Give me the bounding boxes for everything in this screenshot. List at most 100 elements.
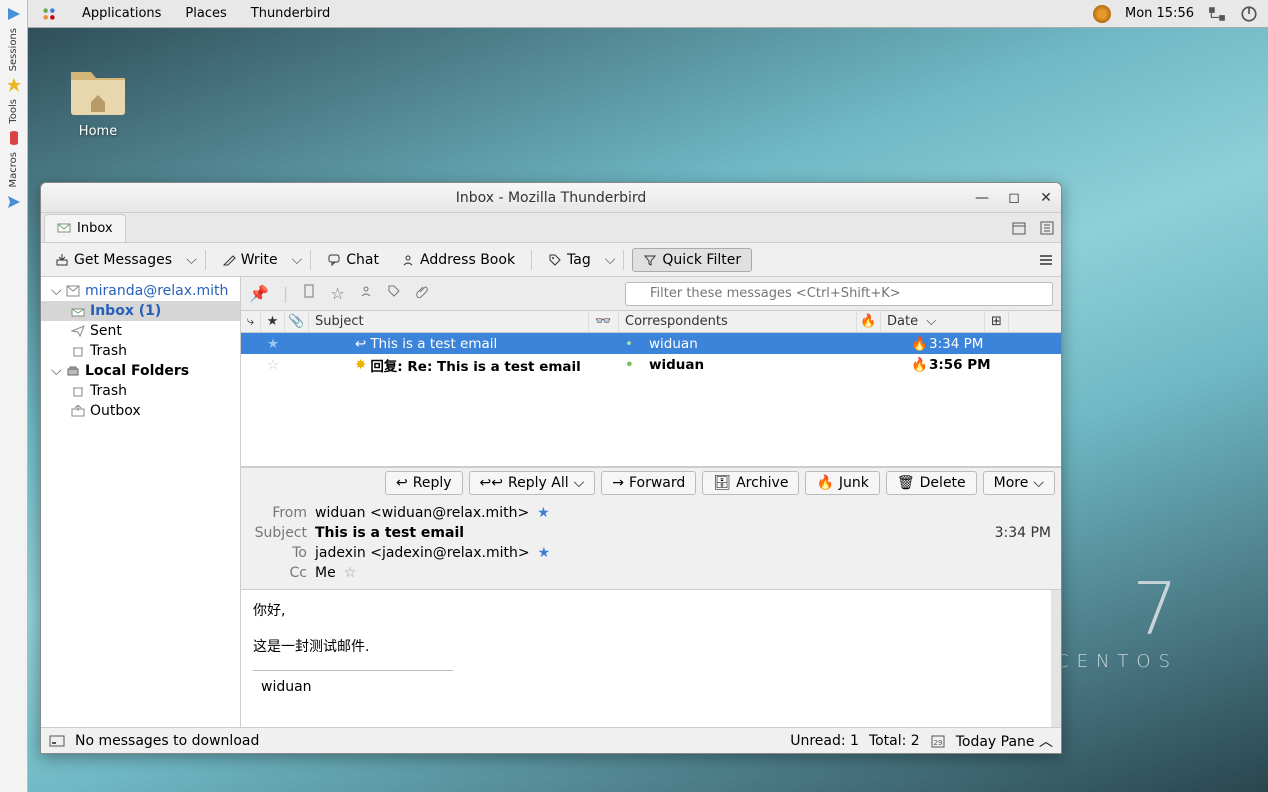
activity-icon[interactable] (49, 734, 65, 748)
filter-star-icon[interactable]: ☆ (330, 284, 344, 303)
message-row[interactable]: ★ ↩This is a test email • widuan 🔥 3:34 … (241, 333, 1061, 354)
titlebar[interactable]: Inbox - Mozilla Thunderbird — ◻ ✕ (41, 183, 1061, 213)
body-line: 你好, (253, 600, 1039, 620)
menu-thunderbird[interactable]: Thunderbird (251, 6, 331, 21)
write-dropdown[interactable]: ⌵ (292, 252, 303, 268)
address-book-button[interactable]: Address Book (393, 249, 523, 271)
folder-inbox[interactable]: Inbox (1) (41, 301, 240, 321)
subject-value: This is a test email (315, 525, 464, 541)
account-node[interactable]: ⌵miranda@relax.mith (41, 281, 240, 301)
reply-all-button[interactable]: ↩↩ Reply All ⌵ (469, 471, 596, 495)
today-pane-icon[interactable]: 29 (930, 734, 946, 748)
col-star[interactable]: ★ (261, 311, 285, 332)
from-star-icon[interactable]: ★ (537, 505, 550, 521)
more-button[interactable]: More ⌵ (983, 471, 1055, 495)
dock-group-tools[interactable]: Tools (8, 99, 19, 124)
power-icon[interactable] (1240, 5, 1258, 23)
to-value[interactable]: jadexin <jadexin@relax.mith> (315, 545, 530, 561)
cc-star-icon[interactable]: ☆ (344, 565, 357, 581)
to-star-icon[interactable]: ★ (538, 545, 551, 561)
body-line: 这是一封测试邮件. (253, 636, 1039, 656)
dock-group-sessions[interactable]: Sessions (8, 28, 19, 71)
write-button[interactable]: Write (214, 249, 286, 271)
dock-tool-icon[interactable] (6, 130, 22, 146)
folder-trash[interactable]: Trash (41, 341, 240, 361)
message-header-pane: From widuan <widuan@relax.mith> ★ Subjec… (241, 497, 1061, 590)
chat-button[interactable]: Chat (319, 249, 387, 271)
dock-icon[interactable] (6, 6, 22, 22)
tag-button[interactable]: Tag (540, 249, 599, 271)
col-date[interactable]: Date ⌵ (881, 311, 985, 332)
desktop-home-label: Home (58, 124, 138, 139)
col-junk[interactable]: 🔥 (857, 311, 881, 332)
filter-tag-icon[interactable] (387, 284, 401, 303)
col-attachment[interactable]: 📎 (285, 311, 309, 332)
filter-attachment-icon[interactable] (415, 284, 429, 303)
signature: widuan (253, 679, 1039, 695)
app-menu-button[interactable] (1037, 251, 1055, 269)
col-correspondents[interactable]: Correspondents (619, 311, 857, 332)
activities-icon[interactable] (40, 5, 58, 23)
filter-contact-icon[interactable] (359, 284, 373, 303)
message-list-blank (241, 375, 1061, 467)
dock-send-icon[interactable] (6, 194, 22, 210)
star-icon[interactable]: ★ (261, 336, 285, 352)
clock[interactable]: Mon 15:56 (1125, 6, 1194, 21)
system-topbar: Applications Places Thunderbird Mon 15:5… (28, 0, 1268, 28)
cc-label: Cc (251, 565, 307, 581)
side-dock: Sessions Tools Macros (0, 0, 28, 792)
desktop-home-icon[interactable]: Home (58, 54, 138, 139)
filter-input[interactable] (625, 282, 1053, 306)
folder-sent[interactable]: Sent (41, 321, 240, 341)
quick-filter-button[interactable]: Quick Filter (632, 248, 752, 272)
local-folders-node[interactable]: ⌵Local Folders (41, 361, 240, 381)
col-subject[interactable]: Subject (309, 311, 589, 332)
calendar-icon[interactable] (1011, 220, 1027, 236)
minimize-button[interactable]: — (975, 191, 989, 205)
message-list: ★ ↩This is a test email • widuan 🔥 3:34 … (241, 333, 1061, 375)
message-list-header: ⤷ ★ 📎 Subject 👓 Correspondents 🔥 Date ⌵ … (241, 311, 1061, 333)
reply-icon: ↩ (355, 336, 366, 352)
tag-dropdown[interactable]: ⌵ (605, 252, 616, 268)
folder-outbox[interactable]: Outbox (41, 401, 240, 421)
menu-applications[interactable]: Applications (82, 6, 161, 21)
inbox-icon (57, 221, 71, 235)
thunderbird-window: Inbox - Mozilla Thunderbird — ◻ ✕ Inbox … (40, 182, 1062, 754)
dock-group-macros[interactable]: Macros (8, 152, 19, 187)
cc-value[interactable]: Me (315, 565, 336, 581)
tab-inbox[interactable]: Inbox (44, 214, 126, 242)
star-icon[interactable]: ☆ (261, 357, 285, 373)
col-thread[interactable]: ⤷ (241, 311, 261, 332)
get-messages-dropdown[interactable]: ⌵ (186, 252, 197, 268)
close-button[interactable]: ✕ (1039, 191, 1053, 205)
network-icon[interactable] (1208, 5, 1226, 23)
get-messages-button[interactable]: Get Messages (47, 249, 180, 271)
delete-button[interactable]: 🗑 Delete (886, 471, 977, 495)
subject-label: Subject (251, 525, 307, 541)
today-pane-button[interactable]: Today Pane ︿ (956, 731, 1053, 751)
status-total: Total: 2 (869, 733, 920, 749)
forward-button[interactable]: → Forward (601, 471, 696, 495)
status-unread: Unread: 1 (790, 733, 859, 749)
tasks-icon[interactable] (1039, 220, 1055, 236)
maximize-button[interactable]: ◻ (1007, 191, 1021, 205)
tab-label: Inbox (77, 221, 113, 236)
centos-watermark: 7 CENTOS (1056, 567, 1178, 672)
message-row[interactable]: ☆ ✸回复: Re: This is a test email • widuan… (241, 354, 1061, 375)
archive-button[interactable]: 🗄 Archive (702, 471, 799, 495)
reply-button[interactable]: ↩ Reply (385, 471, 463, 495)
filter-pin-icon[interactable]: 📌 (249, 284, 269, 303)
to-label: To (251, 545, 307, 561)
from-value[interactable]: widuan <widuan@relax.mith> (315, 505, 529, 521)
menu-places[interactable]: Places (185, 6, 226, 21)
col-read[interactable]: 👓 (589, 311, 619, 332)
volume-icon[interactable] (1093, 5, 1111, 23)
folder-tree: ⌵miranda@relax.mith Inbox (1) Sent Trash… (41, 277, 241, 727)
col-picker[interactable]: ⊞ (985, 311, 1009, 332)
dock-star-icon[interactable] (6, 77, 22, 93)
tab-bar: Inbox (41, 213, 1061, 243)
folder-local-trash[interactable]: Trash (41, 381, 240, 401)
junk-button[interactable]: 🔥 Junk (805, 471, 879, 495)
message-body[interactable]: 你好, 这是一封测试邮件. widuan (241, 590, 1061, 727)
filter-unread-icon[interactable] (302, 284, 316, 303)
